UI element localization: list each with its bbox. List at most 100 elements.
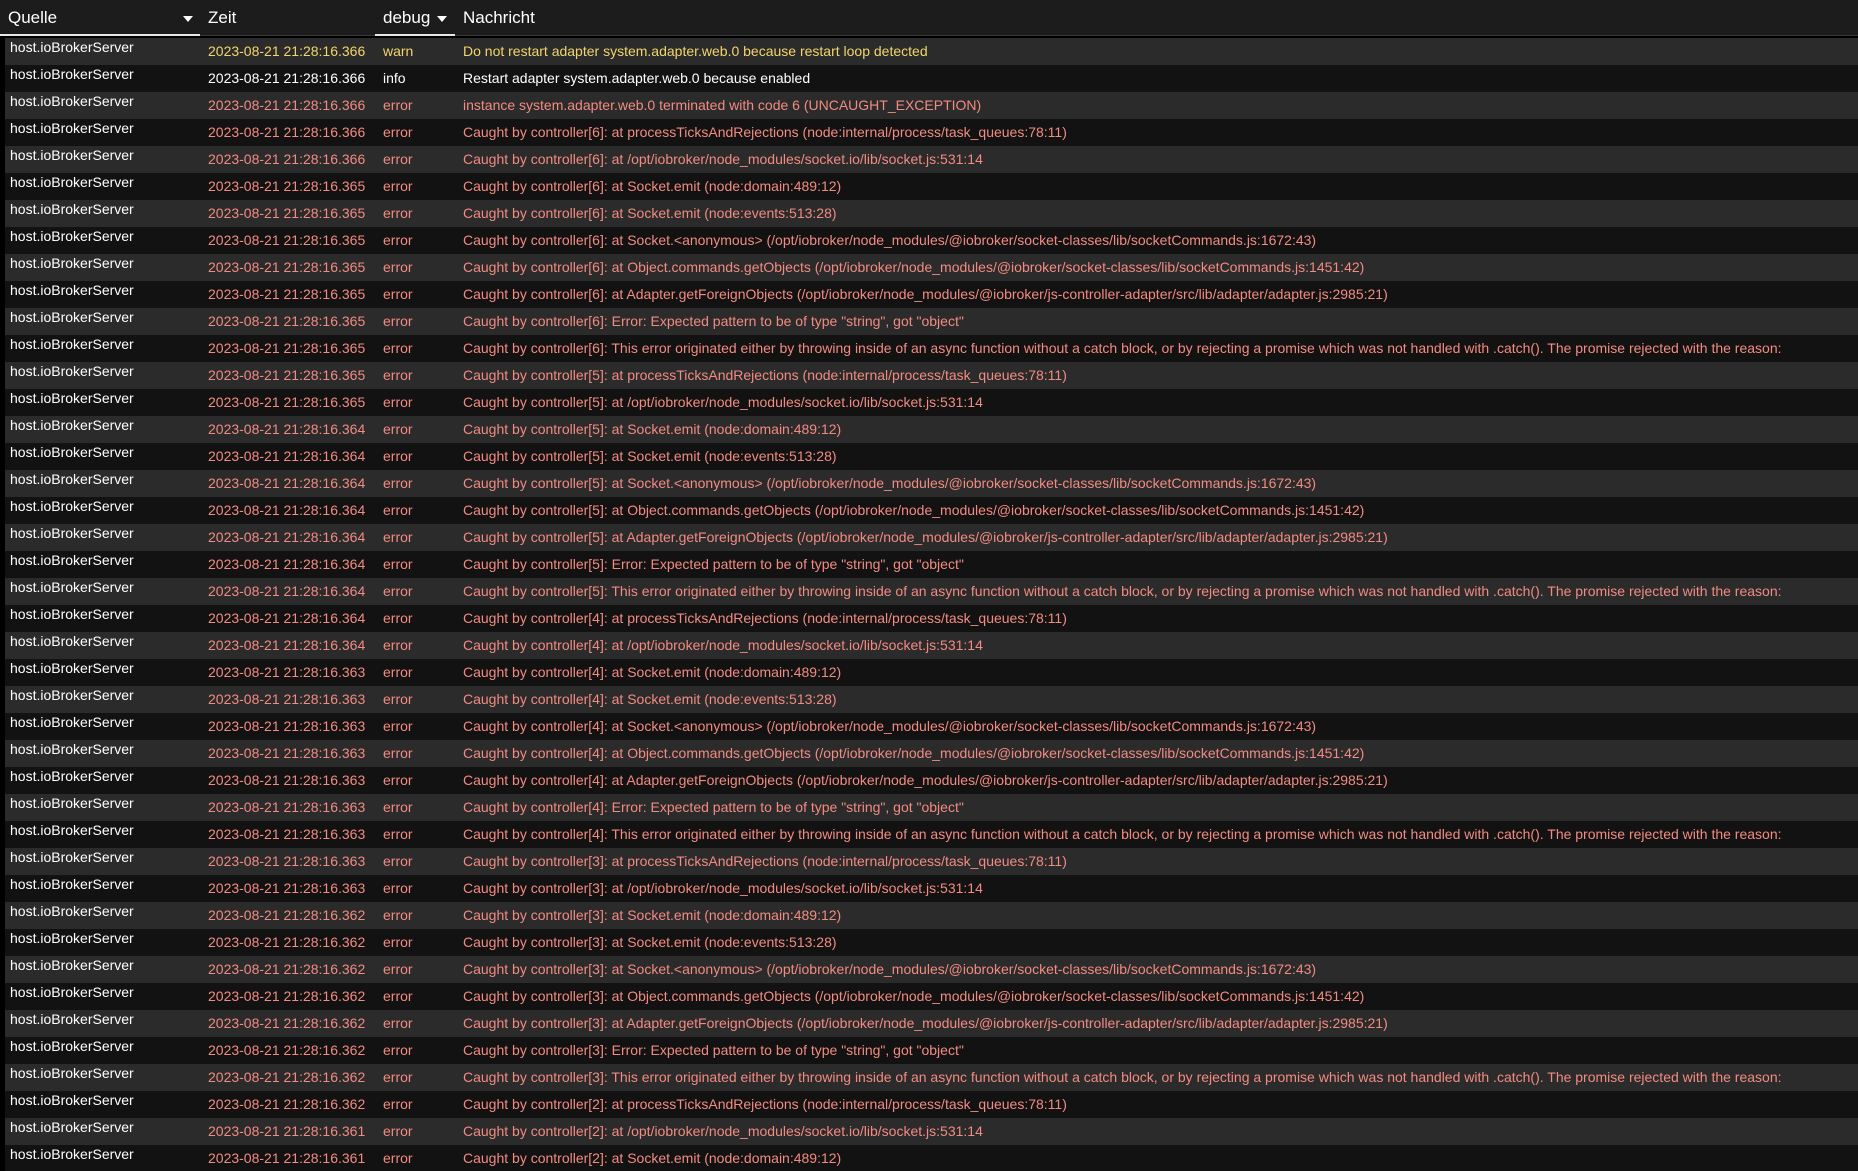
row-left-edge xyxy=(0,875,5,902)
log-message: Caught by controller[5]: at Adapter.getF… xyxy=(463,529,1388,545)
row-left-edge xyxy=(0,470,5,497)
log-source: host.ioBrokerServer xyxy=(10,1038,134,1054)
log-source: host.ioBrokerServer xyxy=(10,444,134,460)
log-row[interactable]: host.ioBrokerServer 2023-08-21 21:28:16.3… xyxy=(0,173,1858,200)
log-row[interactable]: host.ioBrokerServer 2023-08-21 21:28:16.3… xyxy=(0,767,1858,794)
log-row[interactable]: host.ioBrokerServer 2023-08-21 21:28:16.3… xyxy=(0,632,1858,659)
log-time: 2023-08-21 21:28:16.365 xyxy=(208,286,366,302)
log-row[interactable]: host.ioBrokerServer 2023-08-21 21:28:16.3… xyxy=(0,1010,1858,1037)
log-row[interactable]: host.ioBrokerServer 2023-08-21 21:28:16.3… xyxy=(0,38,1858,65)
row-left-edge xyxy=(0,659,5,686)
time-header-divider xyxy=(200,35,375,36)
log-message: Caught by controller[4]: at Socket.emit … xyxy=(463,664,842,680)
log-row[interactable]: host.ioBrokerServer 2023-08-21 21:28:16.3… xyxy=(0,902,1858,929)
log-severity: error xyxy=(383,394,413,410)
time-column-header[interactable]: Zeit xyxy=(200,0,375,36)
log-row[interactable]: host.ioBrokerServer 2023-08-21 21:28:16.3… xyxy=(0,335,1858,362)
log-row[interactable]: host.ioBrokerServer 2023-08-21 21:28:16.3… xyxy=(0,308,1858,335)
log-row[interactable]: host.ioBrokerServer 2023-08-21 21:28:16.3… xyxy=(0,983,1858,1010)
log-source: host.ioBrokerServer xyxy=(10,228,134,244)
log-time: 2023-08-21 21:28:16.364 xyxy=(208,421,366,437)
row-left-edge xyxy=(0,848,5,875)
log-severity: error xyxy=(383,502,413,518)
log-row[interactable]: host.ioBrokerServer 2023-08-21 21:28:16.3… xyxy=(0,497,1858,524)
log-row[interactable]: host.ioBrokerServer 2023-08-21 21:28:16.3… xyxy=(0,389,1858,416)
row-left-edge xyxy=(0,794,5,821)
log-row[interactable]: host.ioBrokerServer 2023-08-21 21:28:16.3… xyxy=(0,470,1858,497)
log-row[interactable]: host.ioBrokerServer 2023-08-21 21:28:16.3… xyxy=(0,1145,1858,1171)
log-time: 2023-08-21 21:28:16.366 xyxy=(208,97,366,113)
log-row[interactable]: host.ioBrokerServer 2023-08-21 21:28:16.3… xyxy=(0,281,1858,308)
log-row[interactable]: host.ioBrokerServer 2023-08-21 21:28:16.3… xyxy=(0,605,1858,632)
time-column-label: Zeit xyxy=(208,8,237,27)
log-message: Caught by controller[3]: at Socket.emit … xyxy=(463,907,842,923)
log-row[interactable]: host.ioBrokerServer 2023-08-21 21:28:16.3… xyxy=(0,524,1858,551)
severity-column-header[interactable]: debug xyxy=(375,0,455,36)
log-row[interactable]: host.ioBrokerServer 2023-08-21 21:28:16.3… xyxy=(0,1037,1858,1064)
log-severity: error xyxy=(383,475,413,491)
log-time: 2023-08-21 21:28:16.365 xyxy=(208,205,366,221)
log-table-header: Quelle Zeit debug Nachricht xyxy=(0,0,1858,36)
log-row[interactable]: host.ioBrokerServer 2023-08-21 21:28:16.3… xyxy=(0,146,1858,173)
log-row[interactable]: host.ioBrokerServer 2023-08-21 21:28:16.3… xyxy=(0,1091,1858,1118)
log-source: host.ioBrokerServer xyxy=(10,984,134,1000)
log-message: Caught by controller[5]: at Socket.<anon… xyxy=(463,475,1317,491)
row-left-edge xyxy=(0,254,5,281)
log-row[interactable]: host.ioBrokerServer 2023-08-21 21:28:16.3… xyxy=(0,794,1858,821)
log-row[interactable]: host.ioBrokerServer 2023-08-21 21:28:16.3… xyxy=(0,65,1858,92)
source-column-label: Quelle xyxy=(8,8,58,27)
message-column-header[interactable]: Nachricht xyxy=(455,0,1858,36)
source-column-header[interactable]: Quelle xyxy=(0,0,200,36)
row-left-edge xyxy=(0,605,5,632)
log-time: 2023-08-21 21:28:16.361 xyxy=(208,1150,366,1166)
row-left-edge xyxy=(0,1010,5,1037)
row-left-edge xyxy=(0,524,5,551)
log-row[interactable]: host.ioBrokerServer 2023-08-21 21:28:16.3… xyxy=(0,443,1858,470)
log-rows: host.ioBrokerServer 2023-08-21 21:28:16.3… xyxy=(0,38,1858,1171)
log-message: Caught by controller[4]: This error orig… xyxy=(463,826,1782,842)
log-row[interactable]: host.ioBrokerServer 2023-08-21 21:28:16.3… xyxy=(0,254,1858,281)
log-row[interactable]: host.ioBrokerServer 2023-08-21 21:28:16.3… xyxy=(0,200,1858,227)
log-severity: error xyxy=(383,745,413,761)
log-row[interactable]: host.ioBrokerServer 2023-08-21 21:28:16.3… xyxy=(0,929,1858,956)
log-message: Caught by controller[6]: at Socket.emit … xyxy=(463,178,842,194)
log-time: 2023-08-21 21:28:16.365 xyxy=(208,394,366,410)
log-row[interactable]: host.ioBrokerServer 2023-08-21 21:28:16.3… xyxy=(0,686,1858,713)
log-row[interactable]: host.ioBrokerServer 2023-08-21 21:28:16.3… xyxy=(0,227,1858,254)
log-row[interactable]: host.ioBrokerServer 2023-08-21 21:28:16.3… xyxy=(0,1118,1858,1145)
log-source: host.ioBrokerServer xyxy=(10,606,134,622)
log-time: 2023-08-21 21:28:16.366 xyxy=(208,43,366,59)
log-time: 2023-08-21 21:28:16.363 xyxy=(208,799,366,815)
log-row[interactable]: host.ioBrokerServer 2023-08-21 21:28:16.3… xyxy=(0,119,1858,146)
log-source: host.ioBrokerServer xyxy=(10,120,134,136)
log-row[interactable]: host.ioBrokerServer 2023-08-21 21:28:16.3… xyxy=(0,551,1858,578)
log-message: Caught by controller[6]: at Object.comma… xyxy=(463,259,1365,275)
log-row[interactable]: host.ioBrokerServer 2023-08-21 21:28:16.3… xyxy=(0,659,1858,686)
log-message: Caught by controller[3]: at /opt/iobroke… xyxy=(463,880,983,896)
log-message: Caught by controller[3]: This error orig… xyxy=(463,1069,1782,1085)
row-left-edge xyxy=(0,686,5,713)
log-row[interactable]: host.ioBrokerServer 2023-08-21 21:28:16.3… xyxy=(0,362,1858,389)
chevron-down-icon[interactable] xyxy=(183,16,193,22)
chevron-down-icon[interactable] xyxy=(437,16,447,22)
log-row[interactable]: host.ioBrokerServer 2023-08-21 21:28:16.3… xyxy=(0,875,1858,902)
log-severity: error xyxy=(383,1015,413,1031)
log-row[interactable]: host.ioBrokerServer 2023-08-21 21:28:16.3… xyxy=(0,1064,1858,1091)
log-row[interactable]: host.ioBrokerServer 2023-08-21 21:28:16.3… xyxy=(0,740,1858,767)
row-left-edge xyxy=(0,929,5,956)
log-source: host.ioBrokerServer xyxy=(10,1011,134,1027)
log-row[interactable]: host.ioBrokerServer 2023-08-21 21:28:16.3… xyxy=(0,416,1858,443)
log-row[interactable]: host.ioBrokerServer 2023-08-21 21:28:16.3… xyxy=(0,821,1858,848)
log-message: Caught by controller[6]: at processTicks… xyxy=(463,124,1067,140)
row-left-edge xyxy=(0,1091,5,1118)
log-row[interactable]: host.ioBrokerServer 2023-08-21 21:28:16.3… xyxy=(0,92,1858,119)
log-row[interactable]: host.ioBrokerServer 2023-08-21 21:28:16.3… xyxy=(0,578,1858,605)
log-time: 2023-08-21 21:28:16.365 xyxy=(208,232,366,248)
log-row[interactable]: host.ioBrokerServer 2023-08-21 21:28:16.3… xyxy=(0,956,1858,983)
log-time: 2023-08-21 21:28:16.362 xyxy=(208,907,366,923)
log-message: Caught by controller[5]: This error orig… xyxy=(463,583,1782,599)
log-source: host.ioBrokerServer xyxy=(10,849,134,865)
log-row[interactable]: host.ioBrokerServer 2023-08-21 21:28:16.3… xyxy=(0,713,1858,740)
log-message: Caught by controller[4]: at processTicks… xyxy=(463,610,1067,626)
log-row[interactable]: host.ioBrokerServer 2023-08-21 21:28:16.3… xyxy=(0,848,1858,875)
